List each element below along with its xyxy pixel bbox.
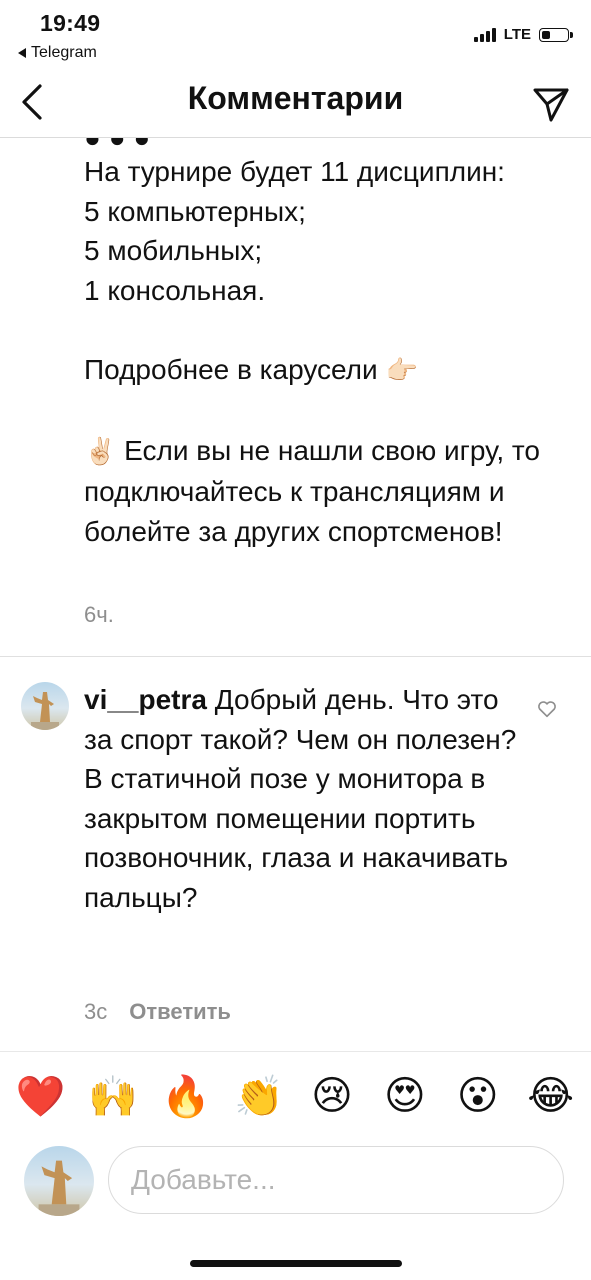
cell-signal-icon <box>473 27 496 42</box>
caption-line: 1 консольная. <box>84 274 266 306</box>
fire-emoji[interactable]: 🔥 <box>161 1071 211 1121</box>
comment-body: vi__petra Добрый день. Что это за спорт … <box>84 680 524 917</box>
caption-more-text: Подробнее в карусели <box>84 353 378 385</box>
caption-more-line: Подробнее в карусели 👉🏻 <box>84 350 574 392</box>
caption-line: На турнире будет 11 дисциплин: <box>84 156 505 187</box>
victory-hand-emoji: ✌🏻 <box>84 436 117 467</box>
caption-line: 5 мобильных; <box>84 235 263 266</box>
battery-icon <box>539 27 573 42</box>
back-to-app[interactable]: Telegram <box>18 44 97 62</box>
battery-fill <box>542 30 550 39</box>
divider <box>0 1051 591 1052</box>
back-app-label: Telegram <box>31 44 97 61</box>
clapping-hands-emoji[interactable]: 👏 <box>234 1071 284 1121</box>
comment-first: vi__petra Добрый день. Что это за спорт … <box>84 680 524 759</box>
caption-line: 5 компьютерных; <box>84 195 306 227</box>
comment-input-container[interactable] <box>108 1146 564 1214</box>
comment-username[interactable]: vi__petra <box>84 684 207 715</box>
avatar[interactable] <box>21 682 69 730</box>
comment-text-second: В статичной позе у монитора в закрытом п… <box>84 763 509 913</box>
comment-timestamp: 3с <box>84 999 108 1024</box>
statue-avatar-image <box>38 1160 80 1216</box>
surprised-face-emoji[interactable]: 😮 <box>453 1071 503 1121</box>
clipped-line-fragment: ● ● ● <box>84 138 150 148</box>
caption-timestamp: 6ч. <box>84 602 114 627</box>
heart-eyes-emoji[interactable]: 😍 <box>380 1071 430 1121</box>
network-type: LTE <box>503 26 531 43</box>
direct-send-icon[interactable] <box>529 82 573 126</box>
clipped-caption-edge: ● ● ● <box>0 138 591 148</box>
tears-of-joy-emoji[interactable]: 😂 <box>526 1071 576 1121</box>
divider <box>0 656 591 657</box>
caption-paragraph-text: Если вы не нашли свою игру, то подключай… <box>84 434 540 547</box>
heart-outline-icon[interactable] <box>536 698 558 720</box>
post-caption: На турнире будет 11 дисциплин: 5 компьют… <box>84 152 574 551</box>
heart-emoji[interactable]: ❤️ <box>15 1071 66 1121</box>
current-user-avatar[interactable] <box>24 1146 94 1216</box>
status-time: 19:49 <box>40 10 101 36</box>
home-indicator[interactable] <box>190 1260 402 1267</box>
raised-hands-emoji[interactable]: 🙌 <box>88 1071 138 1121</box>
comment-meta: 3с Ответить <box>84 999 231 1025</box>
crying-face-emoji[interactable]: 😢 <box>307 1071 357 1121</box>
back-triangle-icon <box>18 48 26 58</box>
status-indicators: LTE <box>473 26 573 43</box>
emoji-quick-bar: ❤️ 🙌 🔥 👏 😢 😍 😮 😂 <box>0 1068 591 1124</box>
statue-avatar-image <box>31 692 59 730</box>
comment-input[interactable] <box>129 1163 563 1197</box>
page-title: Комментарии <box>187 80 404 116</box>
caption-paragraph: ✌🏻 Если вы не нашли свою игру, то подклю… <box>84 431 574 552</box>
reply-button[interactable]: Ответить <box>129 999 231 1025</box>
pointing-right-emoji: 👉🏻 <box>385 355 418 386</box>
